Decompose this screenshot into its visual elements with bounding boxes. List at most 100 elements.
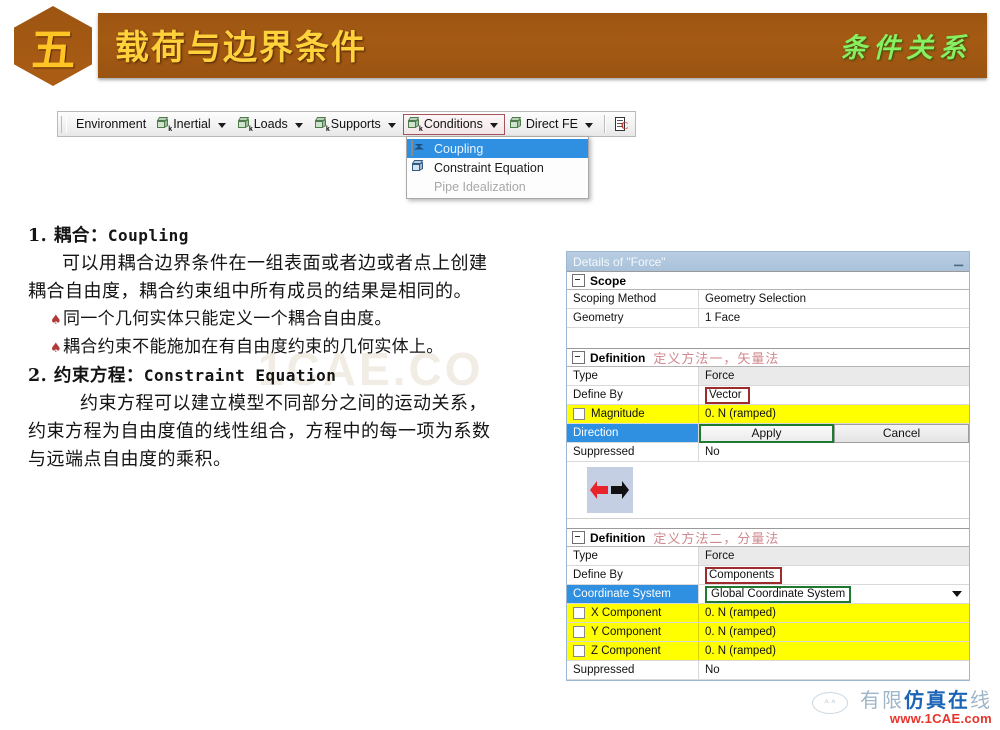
brand-part-4: 线 — [970, 688, 992, 712]
row-define-by-components-value-cell[interactable]: Components — [699, 566, 969, 584]
pin-icon[interactable]: ⚊ — [953, 255, 964, 269]
row-type-vector-key: Type — [567, 367, 699, 385]
conditions-dropdown-menu[interactable]: Coupling Constraint Equation Pipe Ideali… — [406, 136, 589, 199]
toolbar-divider — [603, 115, 606, 133]
row-suppressed-vector-value[interactable]: No — [699, 443, 969, 461]
row-x-component-value[interactable]: 0. N (ramped) — [699, 604, 969, 622]
row-type-components[interactable]: Type Force — [567, 547, 969, 566]
table-gap — [567, 519, 969, 528]
row-scoping-method-value[interactable]: Geometry Selection — [699, 290, 969, 308]
row-direction[interactable]: Direction Apply Cancel — [567, 423, 969, 443]
row-y-component-key: Y Component — [591, 626, 662, 638]
row-suppressed-vector-key: Suppressed — [567, 443, 699, 461]
item1-heading-en: Coupling — [107, 226, 189, 245]
row-coordinate-system-key: Coordinate System — [567, 585, 699, 603]
row-type-vector-value: Force — [699, 367, 969, 385]
row-magnitude[interactable]: Magnitude 0. N (ramped) — [567, 405, 969, 424]
annotation-vector-method: 定义方法一，矢量法 — [653, 352, 780, 367]
details-panel[interactable]: Details of "Force" ⚊ Scope Scoping Metho… — [566, 251, 970, 681]
site-brand: 有限仿真在线 www.1CAE.com — [860, 689, 992, 726]
section-scope[interactable]: Scope — [567, 271, 969, 290]
environment-toolbar[interactable]: Environment k Inertial k Loads k Support… — [57, 111, 636, 137]
row-z-component-key-cell: Z Component — [567, 642, 699, 660]
checkbox-icon[interactable] — [573, 645, 585, 657]
row-z-component-key: Z Component — [591, 645, 661, 657]
row-suppressed-components[interactable]: Suppressed No — [567, 661, 969, 680]
direction-apply-cancel-group[interactable]: Apply Cancel — [699, 423, 969, 443]
toolbar-report-button[interactable]: C — [610, 114, 633, 135]
section-definition-vector[interactable]: Definition 定义方法一，矢量法 — [567, 348, 969, 367]
collapse-toggle-icon[interactable] — [572, 274, 585, 287]
row-geometry-value[interactable]: 1 Face — [699, 309, 969, 327]
row-define-by-components-value[interactable]: Components — [705, 566, 783, 584]
row-type-vector[interactable]: Type Force — [567, 367, 969, 386]
row-x-component-key-cell: X Component — [567, 604, 699, 622]
row-y-component[interactable]: Y Component 0. N (ramped) — [567, 623, 969, 642]
cancel-button[interactable]: Cancel — [834, 423, 969, 443]
toolbar-item-conditions[interactable]: k Conditions — [402, 113, 505, 135]
row-y-component-value[interactable]: 0. N (ramped) — [699, 623, 969, 641]
pipe-icon — [411, 179, 429, 195]
cube-icon: k — [407, 117, 423, 133]
item1-paragraph-line1: 可以用耦合边界条件在一组表面或者边或者点上创建 — [62, 253, 488, 274]
row-z-component[interactable]: Z Component 0. N (ramped) — [567, 642, 969, 661]
spade-bullet-icon: ♠ — [50, 341, 62, 356]
row-x-component[interactable]: X Component 0. N (ramped) — [567, 604, 969, 623]
toolbar-drag-handle[interactable] — [61, 115, 67, 133]
toolbar-item-loads[interactable]: k Loads — [233, 114, 310, 135]
row-z-component-value[interactable]: 0. N (ramped) — [699, 642, 969, 660]
menu-item-coupling[interactable]: Coupling — [407, 139, 588, 158]
cube-icon: k — [237, 117, 253, 133]
item1-bullet-1-text: 同一个几何实体只能定义一个耦合自由度。 — [62, 309, 392, 329]
item1-bullet-1: ♠同一个几何实体只能定义一个耦合自由度。 — [28, 306, 548, 334]
details-panel-titlebar: Details of "Force" ⚊ — [567, 252, 969, 271]
item2-paragraph-line3: 与远端点自由度的乘积。 — [28, 449, 232, 470]
row-define-by-vector[interactable]: Define By Vector — [567, 386, 969, 405]
row-geometry[interactable]: Geometry 1 Face — [567, 309, 969, 328]
row-scoping-method[interactable]: Scoping Method Geometry Selection — [567, 290, 969, 309]
row-type-components-value: Force — [699, 547, 969, 565]
checkbox-icon[interactable] — [573, 607, 585, 619]
toolbar-item-direct-fe[interactable]: Direct FE — [505, 114, 600, 135]
toolbar-item-supports[interactable]: k Supports — [310, 114, 403, 135]
chevron-down-icon[interactable] — [949, 591, 965, 597]
section-number-badge: 五 — [14, 6, 92, 86]
item2-heading: 2. 约束方程：Constraint Equation — [28, 362, 548, 390]
row-magnitude-key: Magnitude — [591, 408, 645, 420]
row-coordinate-system-value[interactable]: Global Coordinate System — [705, 585, 852, 603]
section-definition-components[interactable]: Definition 定义方法二，分量法 — [567, 528, 969, 547]
chevron-down-icon[interactable] — [584, 122, 593, 128]
row-define-by-vector-value-cell[interactable]: Vector — [699, 386, 969, 404]
row-suppressed-vector[interactable]: Suppressed No — [567, 443, 969, 462]
row-suppressed-components-value[interactable]: No — [699, 661, 969, 679]
row-magnitude-value[interactable]: 0. N (ramped) — [699, 405, 969, 423]
checkbox-icon[interactable] — [573, 626, 585, 638]
row-geometry-key: Geometry — [567, 309, 699, 327]
row-define-by-vector-value[interactable]: Vector — [705, 386, 750, 404]
page-title: 载荷与边界条件 — [115, 28, 367, 68]
checkbox-icon[interactable] — [573, 408, 585, 420]
item1-heading-cn: 1. 耦合： — [28, 226, 108, 246]
menu-item-constraint-equation[interactable]: Constraint Equation — [407, 158, 588, 177]
chevron-down-icon[interactable] — [387, 122, 396, 128]
section-definition-vector-label: Definition — [590, 350, 646, 365]
toolbar-item-environment[interactable]: Environment — [70, 114, 152, 135]
chevron-down-icon[interactable] — [217, 122, 226, 128]
collapse-toggle-icon[interactable] — [572, 351, 585, 364]
row-coordinate-system[interactable]: Coordinate System Global Coordinate Syst… — [567, 585, 969, 604]
direction-preview-row — [567, 462, 969, 519]
brand-part-1: 有限 — [860, 688, 904, 712]
toolbar-item-direct-fe-label: Direct FE — [525, 117, 578, 131]
report-icon: C — [614, 116, 629, 132]
spade-bullet-icon: ♠ — [50, 313, 62, 328]
row-coordinate-system-value-cell[interactable]: Global Coordinate System — [699, 585, 969, 603]
toolbar-item-inertial[interactable]: k Inertial — [152, 114, 233, 135]
row-define-by-components[interactable]: Define By Components — [567, 566, 969, 585]
chevron-down-icon[interactable] — [489, 122, 498, 128]
menu-item-coupling-label: Coupling — [434, 141, 484, 156]
chevron-down-icon[interactable] — [294, 122, 303, 128]
apply-button[interactable]: Apply — [699, 423, 834, 443]
cube-icon — [509, 117, 524, 131]
collapse-toggle-icon[interactable] — [572, 531, 585, 544]
row-magnitude-key-cell: Magnitude — [567, 405, 699, 423]
